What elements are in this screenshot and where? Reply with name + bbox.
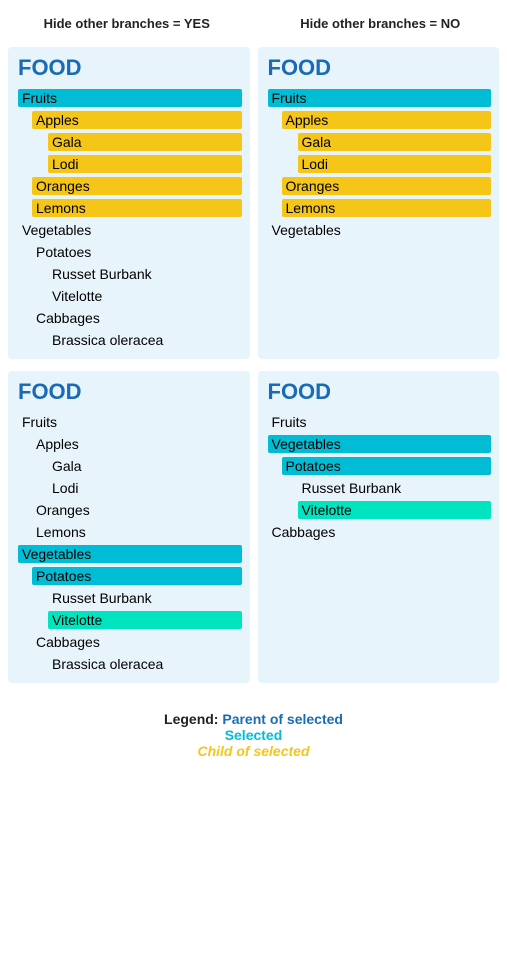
tree-item: Vegetables [266, 219, 492, 241]
panel: FOOD Fruits Apples Gala Lodi Oranges Lemons Veg… [258, 47, 500, 359]
item-label: Fruits [268, 413, 311, 431]
item-label: Lodi [48, 155, 242, 173]
tree-item: Lemons [16, 197, 242, 219]
tree-item: Potatoes [16, 565, 242, 587]
item-label: Vegetables [18, 545, 242, 563]
header-no: Hide other branches = NO [254, 0, 507, 43]
item-label: Oranges [282, 177, 492, 195]
tree-item: Vitelotte [16, 609, 242, 631]
tree-item: Brassica oleracea [16, 653, 242, 675]
item-label: Lodi [298, 155, 492, 173]
legend-selected: Selected [164, 727, 343, 743]
tree-item: Oranges [16, 175, 242, 197]
item-label: Potatoes [282, 457, 492, 475]
tree-item: Vitelotte [16, 285, 242, 307]
item-label: Apples [32, 435, 83, 453]
tree-item: Cabbages [16, 631, 242, 653]
panel-title: FOOD [16, 55, 242, 81]
item-label: Oranges [32, 501, 94, 519]
tree-item: Lodi [16, 477, 242, 499]
panel-title: FOOD [266, 379, 492, 405]
tree-item: Lodi [266, 153, 492, 175]
tree-item: Lodi [16, 153, 242, 175]
item-label: Potatoes [32, 567, 242, 585]
item-label: Vitelotte [298, 501, 492, 519]
tree-item: Apples [16, 109, 242, 131]
legend-parent: Parent of selected [222, 711, 343, 727]
tree-item: Oranges [266, 175, 492, 197]
header-yes: Hide other branches = YES [0, 0, 254, 43]
tree-item: Russet Burbank [16, 263, 242, 285]
item-label: Cabbages [32, 309, 104, 327]
tree-item: Cabbages [16, 307, 242, 329]
item-label: Lodi [48, 479, 82, 497]
tree-item: Vegetables [266, 433, 492, 455]
item-label: Fruits [18, 413, 61, 431]
item-label: Gala [48, 457, 86, 475]
item-label: Russet Burbank [48, 265, 156, 283]
tree-item: Apples [16, 433, 242, 455]
tree-item: Gala [266, 131, 492, 153]
item-label: Brassica oleracea [48, 331, 167, 349]
item-label: Oranges [32, 177, 242, 195]
tree-item: Oranges [16, 499, 242, 521]
panel: FOOD Fruits Apples Gala Lodi Oranges Lemons Veg… [8, 371, 250, 683]
tree-item: Fruits [266, 87, 492, 109]
item-label: Lemons [32, 199, 242, 217]
item-label: Fruits [268, 89, 492, 107]
tree-item: Russet Burbank [266, 477, 492, 499]
panel-title: FOOD [16, 379, 242, 405]
tree-item: Fruits [266, 411, 492, 433]
tree-item: Vitelotte [266, 499, 492, 521]
tree-item: Potatoes [16, 241, 242, 263]
tree-item: Vegetables [16, 219, 242, 241]
tree-item: Apples [266, 109, 492, 131]
tree-item: Gala [16, 455, 242, 477]
item-label: Lemons [282, 199, 492, 217]
item-label: Vegetables [18, 221, 95, 239]
top-panels-row: FOOD Fruits Apples Gala Lodi Oranges Lemons Veg… [0, 43, 507, 367]
tree-item: Fruits [16, 87, 242, 109]
item-label: Cabbages [268, 523, 340, 541]
item-label: Gala [48, 133, 242, 151]
legend-child: Child of selected [164, 743, 343, 759]
item-label: Russet Burbank [48, 589, 156, 607]
item-label: Cabbages [32, 633, 104, 651]
legend: Legend: Parent of selected Selected Chil… [164, 691, 343, 775]
tree-item: Russet Burbank [16, 587, 242, 609]
tree-item: Brassica oleracea [16, 329, 242, 351]
tree-item: Cabbages [266, 521, 492, 543]
item-label: Fruits [18, 89, 242, 107]
tree-item: Potatoes [266, 455, 492, 477]
item-label: Vegetables [268, 221, 345, 239]
item-label: Potatoes [32, 243, 95, 261]
panel: FOOD Fruits Vegetables Potatoes Russet Burba… [258, 371, 500, 683]
tree-item: Lemons [16, 521, 242, 543]
item-label: Russet Burbank [298, 479, 406, 497]
item-label: Gala [298, 133, 492, 151]
legend-label: Legend: [164, 711, 218, 727]
tree-item: Fruits [16, 411, 242, 433]
item-label: Vitelotte [48, 287, 106, 305]
header-row: Hide other branches = YES Hide other bra… [0, 0, 507, 43]
tree-item: Lemons [266, 197, 492, 219]
item-label: Apples [282, 111, 492, 129]
item-label: Brassica oleracea [48, 655, 167, 673]
item-label: Vegetables [268, 435, 492, 453]
panel: FOOD Fruits Apples Gala Lodi Oranges Lemons Veg… [8, 47, 250, 359]
panel-title: FOOD [266, 55, 492, 81]
item-label: Apples [32, 111, 242, 129]
tree-item: Vegetables [16, 543, 242, 565]
item-label: Vitelotte [48, 611, 242, 629]
tree-item: Gala [16, 131, 242, 153]
page-container: Hide other branches = YES Hide other bra… [0, 0, 507, 775]
bottom-panels-row: FOOD Fruits Apples Gala Lodi Oranges Lemons Veg… [0, 367, 507, 691]
item-label: Lemons [32, 523, 90, 541]
